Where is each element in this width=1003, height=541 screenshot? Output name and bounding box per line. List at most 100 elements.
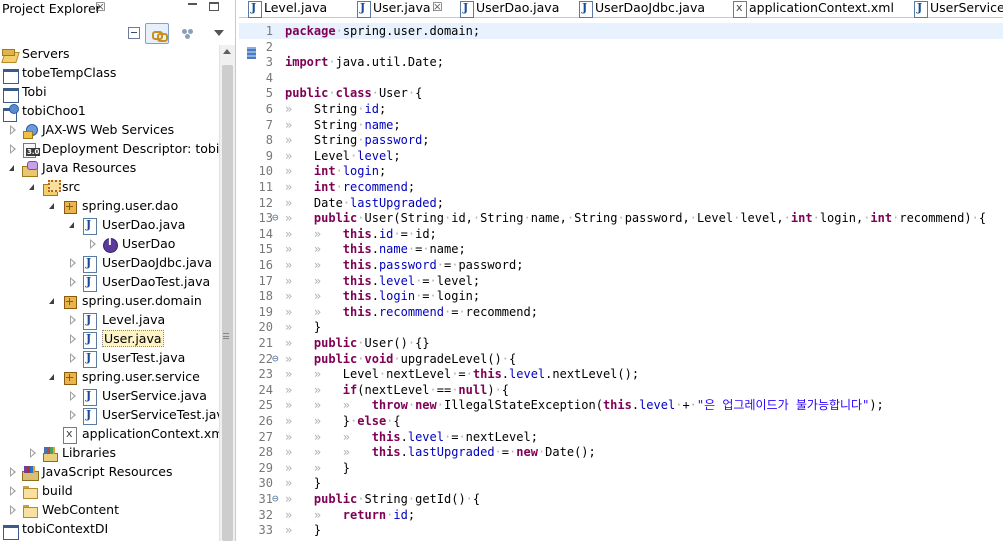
code-line[interactable]: 1 package·spring.user.domain;: [239, 23, 1003, 39]
code-line[interactable]: 7 » String·name;: [239, 117, 1003, 133]
code-line[interactable]: 29 » » }: [239, 460, 1003, 476]
expanded-twisty-icon[interactable]: [48, 372, 58, 382]
collapsed-twisty-icon[interactable]: [8, 486, 18, 496]
collapsed-twisty-icon[interactable]: [68, 315, 78, 325]
tree-item[interactable]: Servers: [0, 45, 219, 64]
collapsed-twisty-icon[interactable]: [8, 467, 18, 477]
code-line[interactable]: 22 ⊖» public·void·upgradeLevel()·{: [239, 351, 1003, 367]
expanded-twisty-icon[interactable]: [48, 296, 58, 306]
explorer-vertical-scrollbar[interactable]: [219, 45, 235, 541]
tree-item[interactable]: Level.java: [0, 311, 219, 330]
tree-item[interactable]: Tobi: [0, 83, 219, 103]
tree-item[interactable]: UserTest.java: [0, 349, 219, 368]
minimize-icon[interactable]: [188, 3, 197, 5]
whitespace-marker: »: [285, 492, 314, 506]
tree-item[interactable]: JAX-WS Web Services: [0, 121, 219, 140]
fold-collapse-icon[interactable]: ⊖: [272, 210, 279, 226]
code-line[interactable]: 25» » » throw·new·IllegalStateException(…: [239, 397, 1003, 413]
code-line[interactable]: 13 ⊖» public·User(String·id,·String·name,…: [239, 210, 1003, 226]
tree-item[interactable]: WebContent: [0, 501, 219, 520]
tree-item[interactable]: applicationContext.xml: [0, 425, 227, 444]
tree-item[interactable]: Deployment Descriptor: tobiCh: [0, 140, 235, 159]
code-line[interactable]: 15 » » this.name·=·name;: [239, 241, 1003, 257]
collapsed-twisty-icon[interactable]: [8, 505, 18, 515]
tree-item[interactable]: UserService.java: [0, 387, 219, 406]
collapsed-twisty-icon[interactable]: [68, 334, 78, 344]
code-line[interactable]: 3 import·java.util.Date;: [239, 54, 1003, 70]
scrollbar-thumb[interactable]: [222, 65, 233, 541]
code-line[interactable]: 23» » Level·nextLevel·=·this.level.nextL…: [239, 366, 1003, 382]
tree-item[interactable]: UserServiceTest.java: [0, 406, 231, 425]
code-line[interactable]: 31 ⊖» public·String·getId()·{: [239, 491, 1003, 507]
close-view-icon[interactable]: ☒: [95, 0, 106, 14]
close-tab-icon[interactable]: ☒: [432, 0, 443, 14]
code-line[interactable]: 32 » » return·id;: [239, 507, 1003, 523]
focus-on-active-task-icon[interactable]: [182, 29, 194, 39]
code-line[interactable]: 27» » » this.level·=·nextLevel;: [239, 429, 1003, 445]
code-line[interactable]: 18» » this.login·=·login;: [239, 288, 1003, 304]
code-line[interactable]: 30 » }: [239, 475, 1003, 491]
link-with-editor-icon[interactable]: [145, 23, 169, 44]
expanded-twisty-icon[interactable]: [68, 220, 78, 230]
code-line[interactable]: 10 » int·login;: [239, 163, 1003, 179]
tree-item[interactable]: User.java: [0, 330, 219, 349]
maximize-icon[interactable]: [209, 2, 219, 11]
collapsed-twisty-icon[interactable]: [68, 353, 78, 363]
keyword-token: int: [313, 180, 336, 194]
code-line[interactable]: 26 » » }·else·{: [239, 413, 1003, 429]
tree-item[interactable]: spring.user.dao: [0, 197, 219, 216]
tree-item[interactable]: UserDao.java: [0, 216, 219, 235]
code-line[interactable]: 17» » this.level·=·level;: [239, 273, 1003, 289]
collapsed-twisty-icon[interactable]: [68, 258, 78, 268]
code-line[interactable]: 11 » int·recommend;: [239, 179, 1003, 195]
collapsed-twisty-icon[interactable]: [68, 410, 78, 420]
tree-item[interactable]: UserDao: [0, 235, 219, 254]
code-line[interactable]: 28» » » this.lastUpgraded·=·new·Date();: [239, 444, 1003, 460]
collapsed-twisty-icon[interactable]: [28, 448, 38, 458]
code-line[interactable]: 33 » }: [239, 522, 1003, 538]
code-line[interactable]: 24» » if(nextLevel·==·null)·{: [239, 382, 1003, 398]
code-line[interactable]: 16» » this.password·=·password;: [239, 257, 1003, 273]
field-token: level: [407, 429, 444, 444]
tree-item[interactable]: src: [0, 178, 219, 197]
collapsed-twisty-icon[interactable]: [8, 125, 18, 135]
code-line[interactable]: 2: [239, 39, 1003, 55]
code-line[interactable]: 20 » }: [239, 319, 1003, 335]
tree-item[interactable]: tobiChoo1: [0, 102, 219, 122]
collapsed-twisty-icon[interactable]: [68, 391, 78, 401]
field-token: password: [378, 258, 437, 272]
tree-item[interactable]: tobeTempClass: [0, 64, 219, 84]
code-line[interactable]: 9 » Level·level;: [239, 148, 1003, 164]
tree-item[interactable]: JavaScript Resources: [0, 463, 219, 482]
code-line[interactable]: 6 » String·id;: [239, 101, 1003, 117]
collapsed-twisty-icon[interactable]: [88, 239, 98, 249]
tree-item[interactable]: UserDaoTest.java: [0, 273, 219, 292]
project-explorer-tab[interactable]: Project Explorer ☒: [0, 0, 235, 20]
whitespace-marker: ·: [429, 289, 437, 304]
collapse-all-icon[interactable]: [128, 27, 140, 39]
code-line[interactable]: 8 » String·password;: [239, 132, 1003, 148]
tree-item[interactable]: UserDaoJdbc.java: [0, 254, 219, 273]
code-line[interactable]: 12 » Date·lastUpgraded;: [239, 195, 1003, 211]
collapsed-twisty-icon[interactable]: [68, 277, 78, 287]
expanded-twisty-icon[interactable]: [28, 182, 38, 192]
view-menu-chevron-down-icon[interactable]: [214, 30, 224, 36]
collapsed-twisty-icon[interactable]: [8, 144, 18, 154]
code-line[interactable]: 21» public·User()·{}: [239, 335, 1003, 351]
code-line[interactable]: 14» » this.id·=·id;: [239, 226, 1003, 242]
tree-item[interactable]: Libraries: [0, 444, 219, 463]
tree-item[interactable]: Java Resources: [0, 159, 219, 178]
whitespace-marker: » » »: [285, 429, 372, 444]
fold-collapse-icon[interactable]: ⊖: [272, 351, 279, 367]
fold-collapse-icon[interactable]: ⊖: [272, 491, 279, 507]
tree-item[interactable]: tobiContextDI: [0, 520, 219, 540]
tree-item[interactable]: spring.user.domain: [0, 292, 219, 311]
tree-item[interactable]: build: [0, 482, 219, 501]
expanded-twisty-icon[interactable]: [8, 163, 18, 173]
code-line[interactable]: 4: [239, 70, 1003, 86]
tree-item[interactable]: spring.user.service: [0, 368, 219, 387]
code-line[interactable]: 19» » this.recommend·=·recommend;: [239, 304, 1003, 320]
scroll-up-arrow-icon[interactable]: [223, 49, 231, 54]
expanded-twisty-icon[interactable]: [48, 201, 58, 211]
code-line[interactable]: 5 public·class·User·{: [239, 85, 1003, 101]
